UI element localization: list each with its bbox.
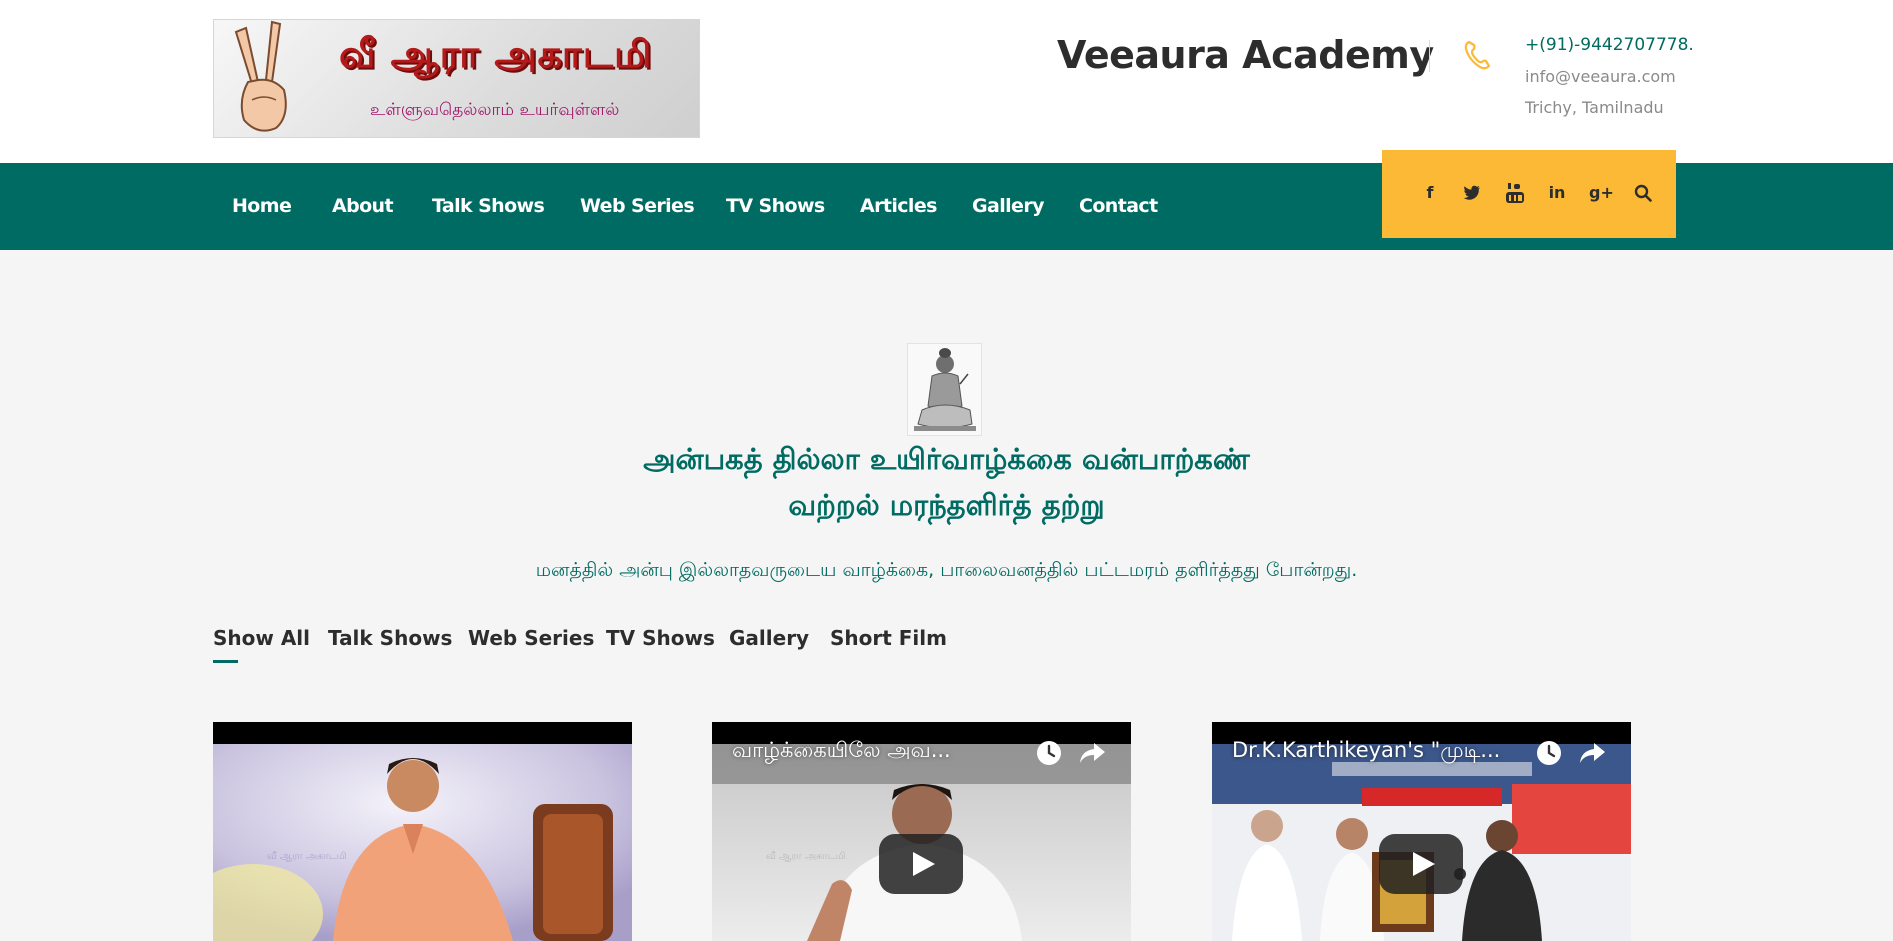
header-divider <box>1429 40 1430 72</box>
filter-short-film[interactable]: Short Film <box>830 626 947 650</box>
filter-talk-shows[interactable]: Talk Shows <box>328 626 452 650</box>
logo-title: வீ ஆரா அகாடமி <box>339 32 653 76</box>
site-logo[interactable]: வீ ஆரா அகாடமி உள்ளுவதெல்லாம் உயர்வுள்ளல் <box>213 19 700 138</box>
google-plus-icon[interactable]: g+ <box>1589 182 1614 204</box>
svg-text:வீ ஆரா அகாடமி: வீ ஆரா அகாடமி <box>766 851 846 862</box>
search-icon[interactable] <box>1632 182 1654 204</box>
thiruvalluvar-portrait <box>907 343 982 436</box>
filter-show-all[interactable]: Show All <box>213 626 310 650</box>
nav-gallery[interactable]: Gallery <box>972 195 1044 217</box>
video-title: Dr.K.Karthikeyan's "முடி... <box>1232 738 1501 762</box>
victory-hand-icon <box>234 20 287 132</box>
filter-tv-shows[interactable]: TV Shows <box>606 626 715 650</box>
youtube-icon[interactable] <box>1504 182 1526 204</box>
nav-web-series[interactable]: Web Series <box>580 195 695 217</box>
active-tab-indicator <box>213 660 238 663</box>
nav-home[interactable]: Home <box>232 195 292 217</box>
play-button-icon[interactable] <box>1379 834 1463 894</box>
svg-text:வீ ஆரா அகாடமி: வீ ஆரா அகாடமி <box>267 851 347 862</box>
nav-articles[interactable]: Articles <box>860 195 937 217</box>
nav-contact[interactable]: Contact <box>1079 195 1158 217</box>
nav-about[interactable]: About <box>332 195 394 217</box>
site-title: Veeaura Academy <box>1057 33 1434 77</box>
video-thumbnail: வீ ஆரா அகாடமி <box>213 744 632 941</box>
linkedin-icon[interactable]: in <box>1546 182 1568 204</box>
play-button-icon[interactable] <box>879 834 963 894</box>
kural-meaning: மனத்தில் அன்பு இல்லாதவருடைய வாழ்க்கை, பா… <box>535 559 1358 581</box>
twitter-icon[interactable] <box>1461 182 1483 204</box>
site-header: வீ ஆரா அகாடமி உள்ளுவதெல்லாம் உயர்வுள்ளல்… <box>0 0 1893 163</box>
contact-email[interactable]: info@veeaura.com <box>1525 67 1676 86</box>
filter-web-series[interactable]: Web Series <box>468 626 594 650</box>
video-card[interactable]: வீ ஆரா அகாடமி வாழ்க்கையிலே அவ... <box>712 722 1131 941</box>
nav-tv-shows[interactable]: TV Shows <box>726 195 825 217</box>
kural-line-1: அன்பகத் தில்லா உயிர்வாழ்க்கை வன்பாற்கண் <box>643 442 1250 476</box>
logo-tagline: உள்ளுவதெல்லாம் உயர்வுள்ளல் <box>370 100 620 120</box>
facebook-icon[interactable]: f <box>1419 182 1441 204</box>
video-card[interactable]: வீ ஆரா அகாடமி <box>213 722 632 941</box>
video-title: வாழ்க்கையிலே அவ... <box>732 738 951 762</box>
nav-talk-shows[interactable]: Talk Shows <box>432 195 545 217</box>
share-icon[interactable] <box>1077 739 1107 767</box>
contact-phone[interactable]: +(91)-9442707778. <box>1525 35 1694 55</box>
watch-later-icon[interactable] <box>1535 739 1563 767</box>
share-icon[interactable] <box>1577 739 1607 767</box>
contact-location: Trichy, Tamilnadu <box>1525 98 1664 117</box>
phone-icon <box>1464 40 1491 70</box>
video-card[interactable]: Dr.K.Karthikeyan's "முடி... <box>1212 722 1631 941</box>
watch-later-icon[interactable] <box>1035 739 1063 767</box>
filter-gallery[interactable]: Gallery <box>729 626 809 650</box>
social-bar: f in g+ <box>1382 150 1676 238</box>
kural-line-2: வற்றல் மரந்தளிர்த் தற்று <box>788 488 1105 522</box>
